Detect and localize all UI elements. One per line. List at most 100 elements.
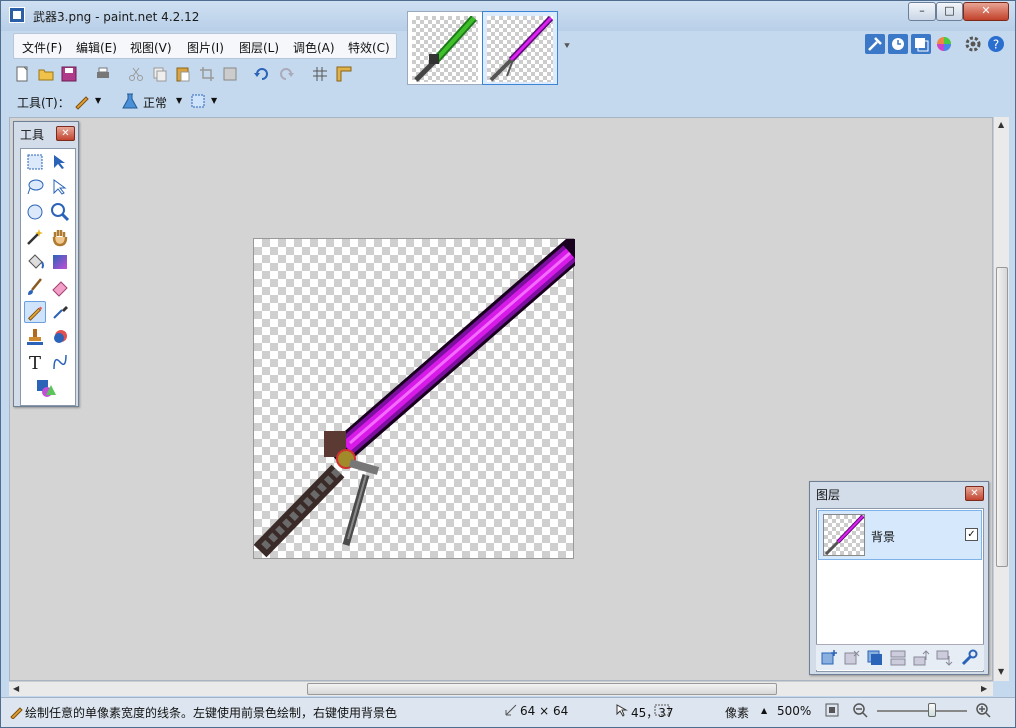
- move-selection-tool-icon[interactable]: [49, 176, 71, 198]
- units-selector[interactable]: 像素: [725, 704, 749, 721]
- crop-icon[interactable]: [198, 65, 216, 83]
- purple-sword-image: [489, 15, 554, 82]
- menu-layers[interactable]: 图层(L): [239, 39, 279, 56]
- colors-window-toggle-icon[interactable]: [934, 34, 954, 54]
- menu-adjustments[interactable]: 调色(A): [293, 39, 335, 56]
- image-tab-green-sword[interactable]: [407, 11, 483, 85]
- minimize-button[interactable]: –: [908, 2, 936, 21]
- help-icon[interactable]: ?: [986, 34, 1006, 54]
- tools-window-toggle-icon[interactable]: [865, 34, 885, 54]
- zoom-to-window-icon[interactable]: [824, 702, 840, 718]
- move-selected-pixels-tool-icon[interactable]: [49, 151, 71, 173]
- blend-mode-chevron-icon[interactable]: ▼: [176, 96, 182, 105]
- paintbrush-tool-icon[interactable]: [24, 276, 46, 298]
- move-layer-down-icon[interactable]: [935, 649, 953, 667]
- pencil-tool-icon[interactable]: [24, 301, 46, 323]
- settings-gear-icon[interactable]: [963, 34, 983, 54]
- text-tool-icon[interactable]: T: [24, 351, 46, 373]
- pencil-tool-selector-icon[interactable]: [73, 92, 91, 110]
- paste-icon[interactable]: [174, 65, 192, 83]
- units-chevron-icon[interactable]: ▲: [761, 706, 767, 715]
- color-picker-tool-icon[interactable]: [49, 301, 71, 323]
- redo-icon[interactable]: [277, 65, 295, 83]
- layers-panel-title: 图层: [816, 488, 841, 502]
- green-sword-image: [414, 15, 477, 82]
- deselect-icon[interactable]: [221, 65, 239, 83]
- lasso-select-tool-icon[interactable]: [24, 176, 46, 198]
- zoom-level-readout[interactable]: 500%: [777, 704, 811, 718]
- purple-sword-thumbnail: [487, 15, 554, 82]
- menu-view[interactable]: 视图(V): [130, 39, 172, 56]
- image-size-icon: [505, 704, 517, 716]
- maximize-button[interactable]: □: [936, 2, 963, 21]
- tools-panel-close-button[interactable]: ✕: [56, 126, 75, 141]
- menu-effects[interactable]: 特效(C): [348, 39, 390, 56]
- new-file-icon[interactable]: [13, 65, 31, 83]
- cursor-position-icon: [616, 704, 628, 717]
- print-icon[interactable]: [94, 65, 112, 83]
- duplicate-layer-icon[interactable]: [866, 649, 884, 667]
- grid-icon[interactable]: [311, 65, 329, 83]
- layer-visibility-checkbox[interactable]: ✓: [965, 528, 978, 541]
- add-layer-icon[interactable]: [820, 649, 838, 667]
- layer-properties-wrench-icon[interactable]: [960, 649, 978, 667]
- scroll-left-arrow-icon[interactable]: ◀: [13, 684, 19, 693]
- rectangle-select-tool-icon[interactable]: [24, 151, 46, 173]
- magic-wand-tool-icon[interactable]: [24, 226, 46, 248]
- tool-dropdown-chevron-icon[interactable]: ▼: [95, 96, 101, 105]
- menu-file[interactable]: 文件(F): [22, 39, 62, 56]
- move-layer-up-icon[interactable]: [912, 649, 930, 667]
- app-window: 武器3.png - paint.net 4.2.12 – □ ✕ 文件(F) 编…: [0, 0, 1016, 728]
- layer-thumbnail: [823, 514, 865, 556]
- layer-row-background[interactable]: 背景 ✓: [818, 510, 982, 560]
- image-tab-purple-sword[interactable]: [482, 11, 558, 85]
- menu-bar: 文件(F) 编辑(E) 视图(V) 图片(I) 图层(L) 调色(A) 特效(C…: [13, 33, 397, 59]
- zoom-out-icon[interactable]: [852, 702, 868, 718]
- pencil-status-icon: [10, 707, 23, 719]
- ellipse-select-tool-icon[interactable]: [24, 201, 46, 223]
- ruler-icon[interactable]: [335, 65, 353, 83]
- more-images-chevron-icon[interactable]: ⯆: [563, 41, 571, 52]
- image-canvas[interactable]: [253, 232, 591, 559]
- open-file-icon[interactable]: [37, 65, 55, 83]
- merge-layer-down-icon[interactable]: [889, 649, 907, 667]
- close-button[interactable]: ✕: [963, 2, 1009, 21]
- line-curve-tool-icon[interactable]: [49, 351, 71, 373]
- scroll-up-arrow-icon[interactable]: ▲: [998, 120, 1004, 129]
- vertical-scroll-thumb[interactable]: [996, 267, 1008, 567]
- delete-layer-icon[interactable]: [843, 649, 861, 667]
- clone-stamp-tool-icon[interactable]: [24, 326, 46, 348]
- selection-mode-chevron-icon[interactable]: ▼: [211, 96, 217, 105]
- menu-edit[interactable]: 编辑(E): [76, 39, 117, 56]
- status-bar: 绘制任意的单像素宽度的线条。左键使用前景色绘制，右键使用背景色 64 × 64 …: [1, 697, 1015, 727]
- tool-label: 工具(T)：: [17, 96, 70, 110]
- horizontal-scroll-thumb[interactable]: [307, 683, 777, 695]
- gradient-tool-icon[interactable]: [49, 251, 71, 273]
- scroll-right-arrow-icon[interactable]: ▶: [981, 684, 987, 693]
- blend-mode-value[interactable]: 正常: [143, 94, 167, 111]
- scroll-down-arrow-icon[interactable]: ▼: [998, 667, 1004, 676]
- eraser-tool-icon[interactable]: [49, 276, 71, 298]
- paintnet-app-icon[interactable]: [9, 7, 25, 23]
- zoom-slider-track[interactable]: [877, 710, 967, 712]
- layers-panel-close-button[interactable]: ✕: [965, 486, 984, 501]
- save-icon[interactable]: [60, 65, 78, 83]
- history-window-toggle-icon[interactable]: [888, 34, 908, 54]
- pan-tool-icon[interactable]: [49, 226, 71, 248]
- svg-text:T: T: [29, 353, 41, 373]
- copy-icon[interactable]: [151, 65, 169, 83]
- paint-bucket-tool-icon[interactable]: [24, 251, 46, 273]
- undo-icon[interactable]: [253, 65, 271, 83]
- layers-window-toggle-icon[interactable]: [911, 34, 931, 54]
- menu-image[interactable]: 图片(I): [187, 39, 224, 56]
- vertical-scrollbar[interactable]: ▲ ▼: [993, 117, 1009, 681]
- horizontal-scrollbar[interactable]: ◀ ▶: [9, 681, 993, 696]
- selection-mode-icon[interactable]: [189, 92, 207, 110]
- cut-icon[interactable]: [127, 65, 145, 83]
- zoom-tool-icon[interactable]: [49, 201, 71, 223]
- recolor-tool-icon[interactable]: [49, 326, 71, 348]
- zoom-in-icon[interactable]: [975, 702, 991, 718]
- tools-grid: T: [20, 148, 76, 406]
- shapes-tool-icon[interactable]: [35, 377, 57, 399]
- zoom-slider-thumb[interactable]: [928, 703, 936, 717]
